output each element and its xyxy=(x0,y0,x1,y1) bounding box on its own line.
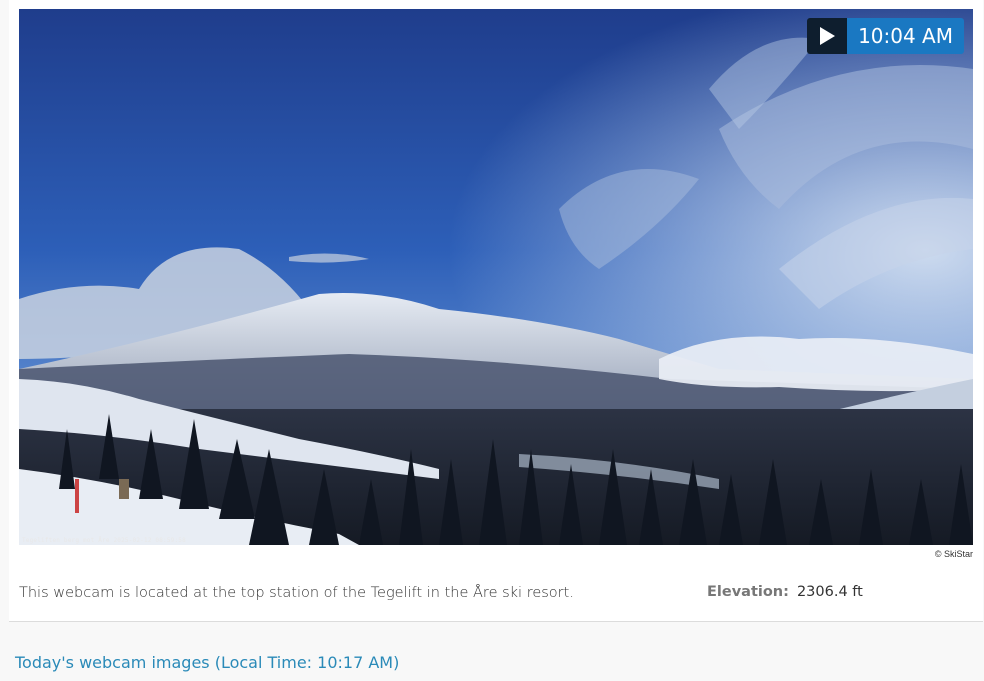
elevation-label: Elevation: xyxy=(707,584,789,600)
elevation-value: 2306.4 ft xyxy=(796,584,863,600)
camera-timestamp-overlay: Tegeliften berg mot Åre 2025-02-12 08:59… xyxy=(22,537,186,544)
time-label: 10:04 AM xyxy=(847,18,964,54)
playback-time-badge[interactable]: 10:04 AM xyxy=(807,18,964,54)
play-button[interactable] xyxy=(807,18,848,54)
todays-webcam-images-link[interactable]: Today's webcam images (Local Time: 10:17… xyxy=(15,653,399,672)
play-icon xyxy=(820,27,836,45)
webcam-description: This webcam is located at the top statio… xyxy=(19,585,574,601)
elevation-info: Elevation: 2306.4 ft xyxy=(707,584,863,600)
webcam-card: 10:04 AM Tegeliften berg mot Åre 2025-02… xyxy=(9,0,983,622)
webcam-scene xyxy=(19,9,973,545)
webcam-image[interactable]: 10:04 AM Tegeliften berg mot Åre 2025-02… xyxy=(19,9,973,545)
copyright-notice: © SkiStar xyxy=(934,549,973,559)
